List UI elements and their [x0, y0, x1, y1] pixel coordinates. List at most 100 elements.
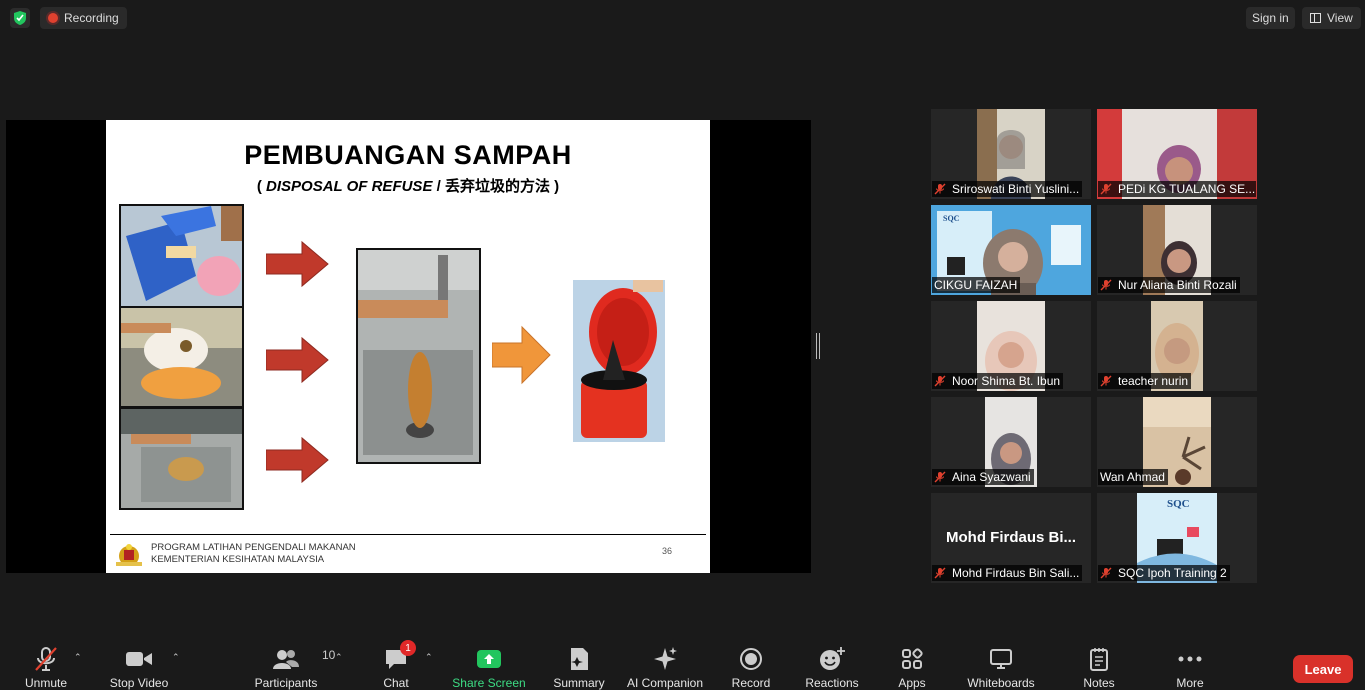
arrow-right-icon [266, 436, 329, 484]
mic-muted-icon [1100, 567, 1112, 579]
photo-rubbish-bin [573, 280, 665, 442]
photo-bag-in-sink [119, 407, 244, 510]
participants-options-chevron-up-icon[interactable]: ⌃ [335, 652, 343, 663]
view-label: View [1327, 11, 1353, 25]
participant-tile[interactable]: Wan Ahmad [1097, 397, 1257, 487]
presentation-slide: PEMBUANGAN SAMPAH ( DISPOSAL OF REFUSE /… [106, 120, 710, 573]
participant-nameplate: Aina Syazwani [932, 469, 1034, 485]
participant-tile[interactable]: Mohd Firdaus Bi... Mohd Firdaus Bin Sali… [931, 493, 1091, 583]
subtitle-chinese: / 丢弃垃圾的方法 ) [432, 178, 560, 195]
participant-name: Wan Ahmad [1100, 470, 1165, 484]
mic-muted-icon [1100, 183, 1112, 195]
summary-button[interactable]: Summary [550, 630, 608, 690]
arrow-right-orange-icon [492, 325, 551, 385]
sign-in-button[interactable]: Sign in [1246, 7, 1295, 29]
footer-line-1: PROGRAM LATIHAN PENGENDALI MAKANAN [151, 542, 356, 553]
whiteboard-icon [989, 644, 1013, 673]
share-screen-icon [477, 644, 501, 673]
whiteboards-button[interactable]: Whiteboards [962, 630, 1040, 690]
participant-nameplate: SQC Ipoh Training 2 [1098, 565, 1230, 581]
security-shield-icon[interactable] [10, 8, 30, 28]
record-icon [739, 644, 763, 673]
arrow-right-icon [266, 336, 329, 384]
slide-footer-divider [110, 534, 706, 535]
ai-companion-button[interactable]: AI Companion [624, 630, 706, 690]
photo-scraping-plate [119, 204, 244, 308]
video-options-chevron-up-icon[interactable]: ⌃ [172, 652, 180, 663]
audio-options-chevron-up-icon[interactable]: ⌃ [74, 652, 82, 663]
mic-muted-icon [934, 375, 946, 387]
participant-name: Mohd Firdaus Bin Sali... [952, 566, 1080, 580]
chat-options-chevron-up-icon[interactable]: ⌃ [425, 652, 433, 663]
chat-unread-badge: 1 [400, 640, 416, 656]
participant-tile[interactable]: PEDi KG TUALANG SE... [1097, 109, 1257, 199]
split-resize-handle[interactable] [816, 333, 820, 359]
participant-name: CIKGU FAIZAH [934, 278, 1018, 292]
participant-nameplate: Nur Aliana Binti Rozali [1098, 277, 1240, 293]
shared-screen: PEMBUANGAN SAMPAH ( DISPOSAL OF REFUSE /… [6, 120, 811, 573]
apps-icon [901, 644, 923, 673]
svg-text:SQC: SQC [943, 214, 960, 223]
mic-muted-icon [934, 471, 946, 483]
view-button[interactable]: View [1302, 7, 1361, 29]
participant-tile[interactable]: Aina Syazwani [931, 397, 1091, 487]
arrow-right-icon [266, 240, 329, 288]
record-label: Record [731, 676, 771, 690]
notes-button[interactable]: Notes [1076, 630, 1122, 690]
unmute-button[interactable]: Unmute [18, 630, 74, 690]
footer-line-2: KEMENTERIAN KESIHATAN MALAYSIA [151, 554, 325, 565]
participant-tile[interactable]: Nur Aliana Binti Rozali [1097, 205, 1257, 295]
photo-plate-leftovers [119, 306, 244, 408]
mic-muted-icon [934, 567, 946, 579]
participant-nameplate: Sriroswati Binti Yuslini... [932, 181, 1083, 197]
mic-muted-icon [1100, 375, 1112, 387]
chat-icon: 1 [384, 640, 416, 673]
participants-button[interactable]: 10 Participants [252, 630, 336, 690]
notes-icon [1089, 644, 1109, 673]
participant-tile[interactable]: Sriroswati Binti Yuslini... [931, 109, 1091, 199]
participant-nameplate: Noor Shima Bt. Ibun [932, 373, 1064, 389]
slide-page-number: 36 [662, 546, 673, 556]
more-label: More [1176, 676, 1204, 690]
participant-nameplate: CIKGU FAIZAH [932, 277, 1021, 293]
participant-name: SQC Ipoh Training 2 [1118, 566, 1227, 580]
chat-button[interactable]: 1 Chat [373, 630, 419, 690]
recording-indicator[interactable]: Recording [40, 7, 127, 29]
unmute-label: Unmute [24, 676, 68, 690]
participant-name: Aina Syazwani [952, 470, 1031, 484]
more-button[interactable]: More [1168, 630, 1212, 690]
svg-text:SQC: SQC [1167, 498, 1190, 510]
participant-nameplate: Wan Ahmad [1098, 469, 1168, 485]
subtitle-english: DISPOSAL OF REFUSE [266, 178, 433, 195]
mic-muted-icon [934, 183, 946, 195]
summary-icon [568, 644, 590, 673]
mic-muted-icon [33, 644, 59, 673]
slide-subtitle: ( DISPOSAL OF REFUSE / 丢弃垃圾的方法 ) [106, 175, 710, 196]
participant-name: PEDi KG TUALANG SE... [1118, 182, 1256, 196]
participant-tile[interactable]: Noor Shima Bt. Ibun [931, 301, 1091, 391]
participant-tile[interactable]: SQC SQC Ipoh Training 2 [1097, 493, 1257, 583]
record-button[interactable]: Record [728, 630, 774, 690]
more-dots-icon [1178, 644, 1202, 673]
emoji-reaction-icon [819, 644, 845, 673]
participant-tile[interactable]: teacher nurin [1097, 301, 1257, 391]
participant-nameplate: teacher nurin [1098, 373, 1192, 389]
notes-label: Notes [1083, 676, 1115, 690]
participant-tile-active-speaker[interactable]: SQC CIKGU FAIZAH [931, 205, 1091, 295]
share-screen-button[interactable]: Share Screen [452, 630, 526, 690]
apps-button[interactable]: Apps [892, 630, 932, 690]
reactions-button[interactable]: Reactions [802, 630, 862, 690]
stop-video-button[interactable]: Stop Video [105, 630, 173, 690]
top-bar: Recording Sign in View [0, 0, 1365, 36]
recording-label: Recording [64, 11, 119, 25]
ai-companion-label: AI Companion [626, 676, 704, 690]
participants-count: 10 [322, 648, 336, 662]
slide-footer-text: PROGRAM LATIHAN PENGENDALI MAKANAN KEMEN… [151, 542, 356, 566]
apps-label: Apps [898, 676, 926, 690]
photo-tying-bag-over-sink [356, 248, 481, 464]
participant-name: teacher nurin [1118, 374, 1189, 388]
ai-sparkle-icon [652, 644, 678, 673]
stop-video-label: Stop Video [109, 676, 169, 690]
chat-label: Chat [383, 676, 409, 690]
leave-button[interactable]: Leave [1293, 655, 1353, 683]
